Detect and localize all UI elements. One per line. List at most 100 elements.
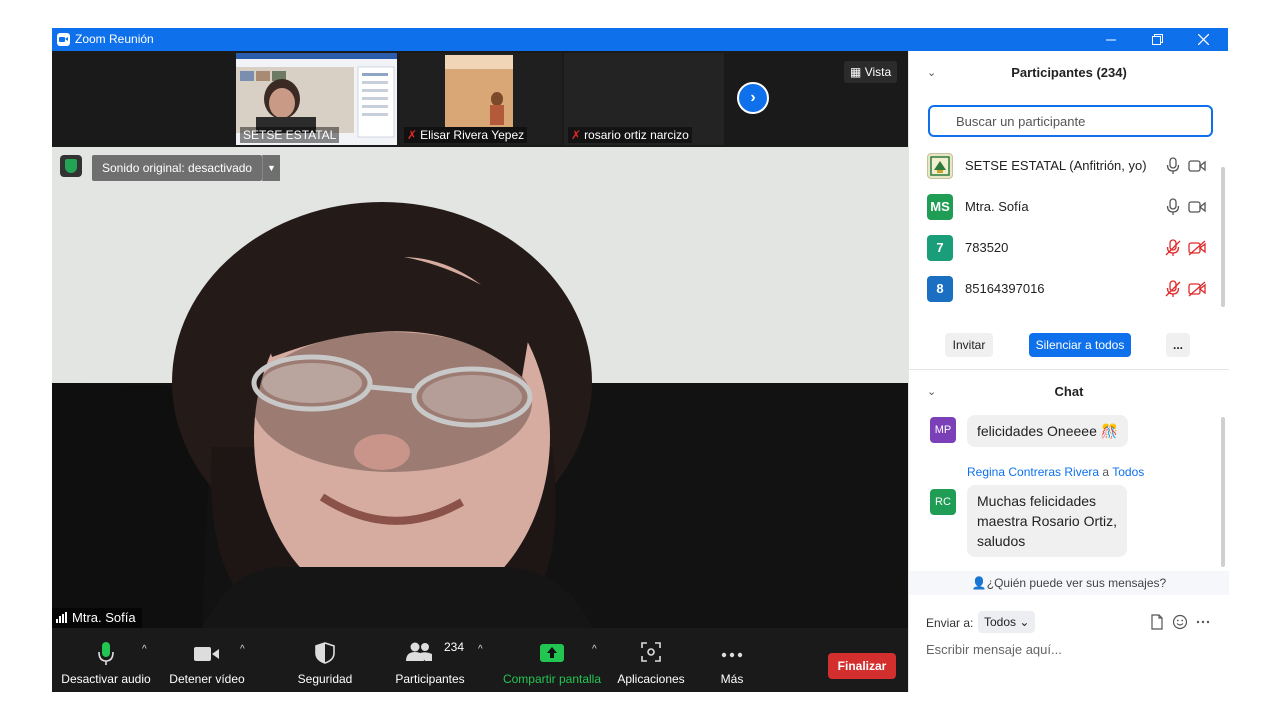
microphone-icon[interactable]	[1164, 198, 1182, 216]
organization-logo-icon	[930, 156, 950, 176]
participant-row[interactable]: 8 85164397016	[909, 268, 1219, 309]
chevron-down-icon[interactable]: ⌄	[927, 372, 936, 412]
more-label: Más	[720, 672, 744, 686]
message-bubble: felicidades Oneeee 🎊	[967, 415, 1129, 447]
restore-button[interactable]	[1134, 28, 1180, 51]
next-page-button[interactable]: ›	[737, 82, 769, 114]
apps-icon	[641, 642, 661, 662]
speaker-name-label: Mtra. Sofía	[52, 608, 142, 628]
send-to-row: Enviar a: Todos ⌄	[926, 611, 1226, 635]
message-sender: Regina Contreras Rivera a Todos	[967, 465, 1144, 479]
zoom-app-icon	[57, 33, 70, 46]
more-dots-icon	[721, 652, 743, 658]
original-sound-caret[interactable]: ▼	[262, 155, 280, 181]
avatar: 8	[927, 276, 953, 302]
speaker-video	[52, 147, 908, 628]
security-label: Seguridad	[297, 672, 353, 686]
message-line: saludos	[977, 533, 1026, 549]
minimize-button[interactable]	[1088, 28, 1134, 51]
close-icon	[1197, 34, 1209, 45]
zoom-window: Zoom Reunión SETSE ESTATAL ✗ Elisar Rive…	[52, 28, 1229, 692]
share-screen-label: Compartir pantalla	[502, 672, 602, 686]
video-options-caret[interactable]: ^	[240, 644, 245, 655]
video-camera-icon	[194, 647, 219, 661]
mic-muted-icon: ✗	[571, 128, 582, 142]
message-line: Muchas felicidades	[977, 493, 1097, 509]
speaker-name: Mtra. Sofía	[72, 610, 136, 625]
video-camera-icon[interactable]	[1188, 157, 1206, 175]
section-divider	[909, 369, 1229, 370]
security-button[interactable]: Seguridad	[288, 628, 362, 692]
video-off-icon[interactable]	[1188, 280, 1206, 298]
more-button[interactable]: Más	[708, 628, 756, 692]
emoji-icon[interactable]	[1172, 614, 1188, 630]
participants-options-caret[interactable]: ^	[478, 644, 483, 655]
chevron-down-icon: ⌄	[1019, 615, 1030, 629]
microphone-muted-icon[interactable]	[1164, 280, 1182, 298]
chat-message-input[interactable]	[926, 638, 1216, 660]
security-shield-icon[interactable]	[60, 155, 82, 177]
microphone-icon[interactable]	[1164, 157, 1182, 175]
video-tile[interactable]: SETSE ESTATAL	[236, 53, 397, 145]
mute-all-button[interactable]: Silenciar a todos	[1029, 333, 1131, 357]
chat-scrollbar[interactable]	[1221, 417, 1225, 567]
title-bar: Zoom Reunión	[52, 28, 1228, 51]
invite-button[interactable]: Invitar	[945, 333, 993, 357]
restore-icon	[1151, 34, 1163, 45]
view-label: Vista	[864, 65, 892, 79]
tile-name: ✗ rosario ortiz narcizo	[568, 127, 692, 143]
share-screen-button[interactable]: Compartir pantalla	[500, 628, 604, 692]
sender-name[interactable]: Regina Contreras Rivera	[967, 465, 1099, 479]
avatar: 7	[927, 235, 953, 261]
video-camera-icon[interactable]	[1188, 198, 1206, 216]
participant-row[interactable]: SETSE ESTATAL (Anfitrión, yo)	[909, 145, 1219, 186]
person-info-icon: 👤	[971, 576, 987, 590]
audio-options-caret[interactable]: ^	[142, 644, 147, 655]
more-options-button[interactable]: ...	[1166, 333, 1190, 357]
chat-title: Chat	[1054, 384, 1084, 399]
signal-strength-icon	[56, 612, 68, 623]
participants-label: Participantes	[395, 672, 465, 686]
chat-header: ⌄ Chat	[909, 372, 1229, 412]
file-icon[interactable]	[1149, 614, 1165, 630]
who-can-see-messages[interactable]: 👤¿Quién puede ver sus mensajes?	[909, 571, 1229, 595]
tile-name-text: rosario ortiz narcizo	[584, 128, 689, 142]
apps-label: Aplicaciones	[617, 672, 685, 686]
main-video: Sonido original: desactivado ▼ Mtra. Sof…	[52, 147, 908, 628]
send-to-dropdown[interactable]: Todos ⌄	[978, 611, 1036, 633]
message-line: maestra Rosario Ortiz,	[977, 513, 1118, 529]
participants-icon	[406, 642, 432, 661]
avatar: RC	[930, 489, 956, 515]
participants-scrollbar[interactable]	[1221, 167, 1225, 307]
participant-name: SETSE ESTATAL (Anfitrión, yo)	[965, 158, 1147, 173]
chevron-right-icon: ›	[750, 89, 756, 106]
participant-search-input[interactable]	[928, 105, 1213, 137]
recipient-name[interactable]: Todos	[1112, 465, 1144, 479]
video-off-icon[interactable]	[1188, 239, 1206, 257]
chevron-down-icon[interactable]: ⌄	[927, 53, 936, 93]
end-meeting-button[interactable]: Finalizar	[828, 653, 896, 679]
participant-name: Mtra. Sofía	[965, 199, 1029, 214]
avatar: MS	[927, 194, 953, 220]
original-sound-toggle[interactable]: Sonido original: desactivado	[92, 155, 263, 181]
participants-button[interactable]: 234 Participantes	[386, 628, 474, 692]
apps-button[interactable]: Aplicaciones	[612, 628, 690, 692]
participant-row[interactable]: 7 783520	[909, 227, 1219, 268]
tile-name: SETSE ESTATAL	[240, 127, 340, 143]
participants-title: Participantes (234)	[1011, 65, 1127, 80]
view-button[interactable]: ▦ Vista	[844, 61, 898, 83]
grid-icon: ▦	[850, 65, 862, 79]
recipient-connector: a	[1102, 465, 1110, 479]
participant-row[interactable]: MS Mtra. Sofía	[909, 186, 1219, 227]
microphone-muted-icon[interactable]	[1164, 239, 1182, 257]
meeting-toolbar: Desactivar audio ^ Detener vídeo ^ Segur…	[52, 628, 908, 692]
mute-audio-label: Desactivar audio	[61, 672, 151, 686]
share-options-caret[interactable]: ^	[592, 644, 597, 655]
video-tile[interactable]: ✗ rosario ortiz narcizo	[564, 53, 724, 145]
more-dots-icon[interactable]	[1195, 614, 1211, 630]
share-screen-icon	[540, 644, 564, 662]
stop-video-button[interactable]: Detener vídeo	[164, 628, 250, 692]
close-button[interactable]	[1180, 28, 1226, 51]
video-tile[interactable]: ✗ Elisar Rivera Yepez	[400, 53, 562, 145]
mute-audio-button[interactable]: Desactivar audio	[58, 628, 154, 692]
